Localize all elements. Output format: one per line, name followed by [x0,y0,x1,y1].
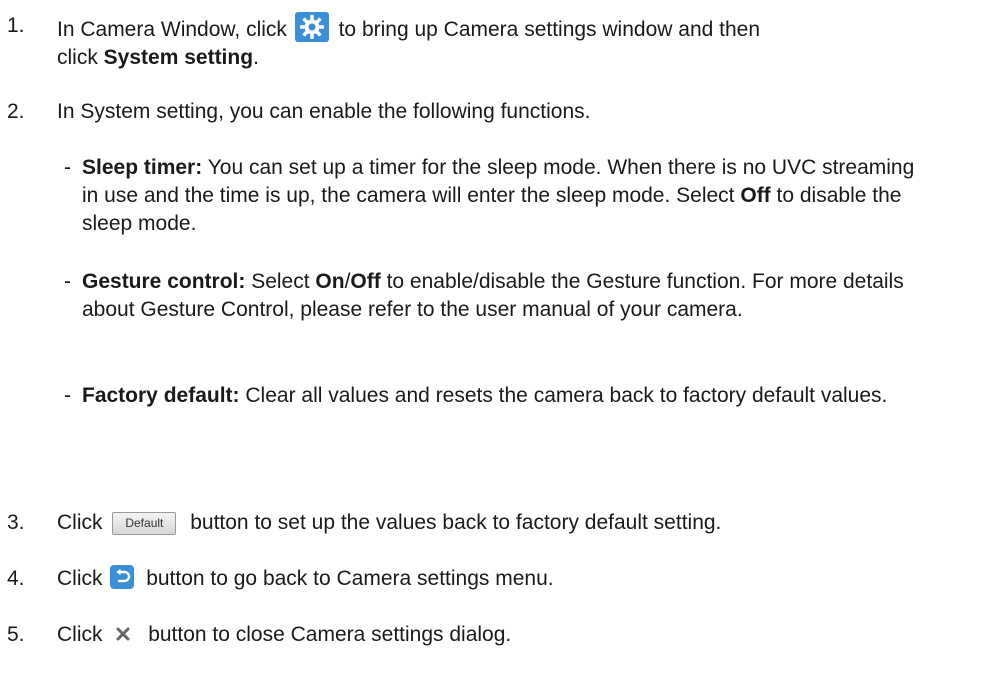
default-button: Default [112,512,177,535]
step-text-pre: Click [57,623,103,646]
bullet-dash: - [64,384,71,407]
system-setting-label: System setting [103,46,254,69]
bullet-gesture-control: - Gesture control: Select On/Off to enab… [64,268,944,324]
step-text-line2-post: . [253,46,259,69]
bullet-body: Clear all values and resets the camera b… [245,384,888,407]
step-text-pre: Click [57,567,103,590]
step-text-pre: In Camera Window, click [57,18,287,41]
step-text-post: button to set up the values back to fact… [190,511,722,534]
on-label: On [315,270,345,293]
step-text-pre: Click [57,511,103,534]
step-number: 3. [7,511,25,534]
bullet-text: Factory default: Clear all values and re… [82,382,904,410]
bullet-body-pre: Select [251,270,316,293]
step-number: 1. [7,14,25,37]
bullet-title: Factory default: [82,384,240,407]
bullet-title: Sleep timer: [82,156,203,179]
instruction-document: 1. In Camera Window, click to bring up C… [0,0,985,676]
bullet-text: Sleep timer: You can set up a timer for … [82,154,924,238]
step-4: 4. Click button to go back to Camera set… [7,565,965,593]
step-text: Click button to close Camera settings di… [57,621,965,649]
close-icon [114,623,132,641]
step-text: In Camera Window, click to bring up Came… [57,12,965,72]
off-label: Off [740,184,771,207]
step-text: In System setting, you can enable the fo… [57,100,591,123]
bullet-dash: - [64,270,71,293]
step-number: 5. [7,623,25,646]
bullet-dash: - [64,156,71,179]
bullet-sleep-timer: - Sleep timer: You can set up a timer fo… [64,154,924,238]
bullet-title: Gesture control: [82,270,246,293]
bullet-factory-default: - Factory default: Clear all values and … [64,382,904,410]
step-5: 5. Click button to close Camera settings… [7,621,965,649]
step-1: 1. In Camera Window, click to bring up C… [7,12,965,72]
step-text-post: button to close Camera settings dialog. [148,623,512,646]
back-icon [110,565,135,589]
step-number: 4. [7,567,25,590]
off-label: Off [350,270,381,293]
step-2: 2. In System setting, you can enable the… [7,98,965,126]
gear-icon [294,12,329,42]
bullet-text: Gesture control: Select On/Off to enable… [82,268,944,324]
step-text-line2-pre: click [57,46,104,69]
step-number: 2. [7,100,25,123]
step-3: 3. Click Default button to set up the va… [7,509,965,537]
step-text-post: to bring up Camera settings window and t… [338,18,761,41]
step-text-post: button to go back to Camera settings men… [146,567,554,590]
step-text: Click button to go back to Camera settin… [57,565,965,593]
step-text: Click Default button to set up the value… [57,509,965,537]
